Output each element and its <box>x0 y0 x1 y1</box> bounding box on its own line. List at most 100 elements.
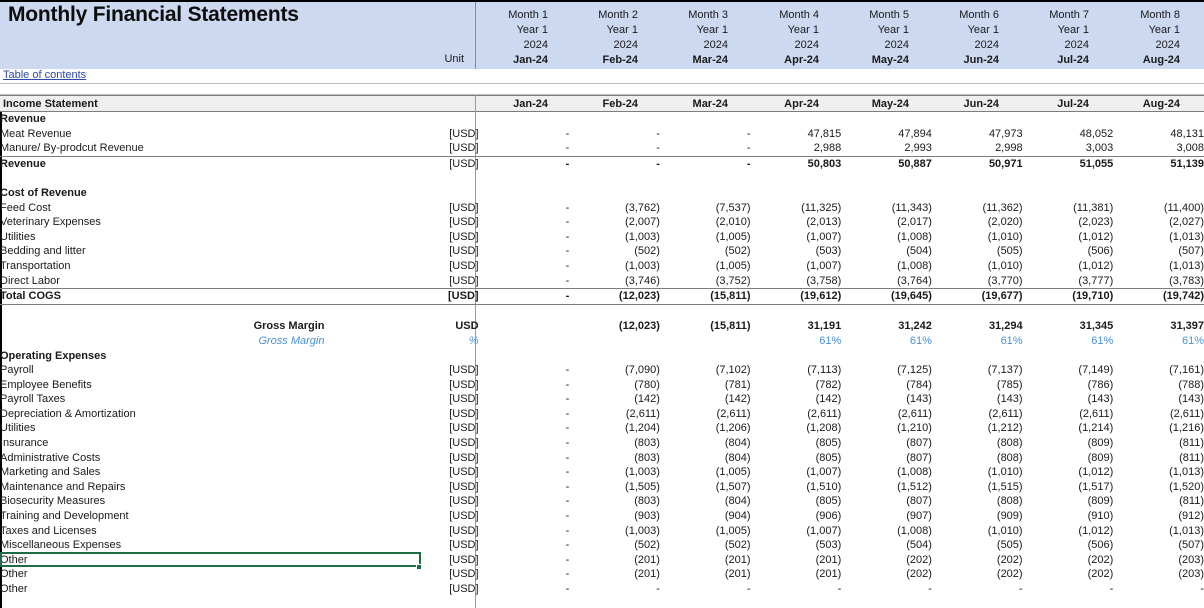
cell-value[interactable]: (2,013) <box>751 215 842 230</box>
cell-value[interactable]: - <box>479 465 570 480</box>
cell-value[interactable]: 31,397 <box>1113 319 1204 334</box>
cell-value[interactable]: (803) <box>569 436 660 451</box>
cell-value[interactable]: (803) <box>569 494 660 509</box>
cell-value[interactable] <box>841 171 932 186</box>
cell-value[interactable]: (1,012) <box>1023 259 1114 274</box>
cell-value[interactable] <box>751 171 842 186</box>
cell-value[interactable]: (1,007) <box>751 230 842 245</box>
table-row[interactable]: Marketing and Sales[USD]-(1,003)(1,005)(… <box>0 465 1204 480</box>
cell-value[interactable]: (143) <box>1023 392 1114 407</box>
cell-value[interactable]: - <box>479 156 570 171</box>
cell-value[interactable]: (3,783) <box>1113 274 1204 289</box>
cell-value[interactable]: (2,611) <box>569 407 660 422</box>
cell-value[interactable]: (909) <box>932 509 1023 524</box>
cell-value[interactable] <box>569 334 660 349</box>
cell-value[interactable]: (1,008) <box>841 230 932 245</box>
cell-value[interactable]: (804) <box>660 436 751 451</box>
cell-value[interactable]: 47,973 <box>932 127 1023 142</box>
cell-value[interactable]: 3,008 <box>1113 141 1204 156</box>
cell-value[interactable]: - <box>932 582 1023 597</box>
cell-value[interactable] <box>841 349 932 364</box>
cell-value[interactable]: (906) <box>751 509 842 524</box>
cell-value[interactable]: (1,010) <box>932 524 1023 539</box>
cell-value[interactable]: (809) <box>1023 451 1114 466</box>
table-row[interactable]: Miscellaneous Expenses[USD]-(502)(502)(5… <box>0 538 1204 553</box>
cell-value[interactable]: (907) <box>841 509 932 524</box>
cell-value[interactable]: - <box>479 201 570 216</box>
cell-value[interactable]: 2,988 <box>751 141 842 156</box>
cell-value[interactable]: - <box>479 567 570 582</box>
cell-value[interactable]: - <box>479 230 570 245</box>
cell-value[interactable] <box>1023 112 1114 127</box>
cell-value[interactable] <box>479 112 570 127</box>
cell-value[interactable]: (808) <box>932 494 1023 509</box>
cell-value[interactable]: (19,612) <box>751 289 842 305</box>
cell-value[interactable]: 61% <box>751 334 842 349</box>
cell-value[interactable]: (2,010) <box>660 215 751 230</box>
cell-value[interactable]: - <box>479 553 570 568</box>
cell-value[interactable]: (12,023) <box>569 289 660 305</box>
cell-value[interactable]: (1,517) <box>1023 480 1114 495</box>
cell-value[interactable]: (910) <box>1023 509 1114 524</box>
cell-value[interactable]: (1,013) <box>1113 524 1204 539</box>
cell-value[interactable] <box>932 171 1023 186</box>
cell-value[interactable]: - <box>569 582 660 597</box>
cell-value[interactable] <box>660 349 751 364</box>
cell-value[interactable]: (1,013) <box>1113 230 1204 245</box>
table-row[interactable]: Meat Revenue[USD]---47,81547,89447,97348… <box>0 127 1204 142</box>
cell-value[interactable]: (2,611) <box>932 407 1023 422</box>
cell-value[interactable]: (808) <box>932 451 1023 466</box>
cell-value[interactable]: - <box>479 274 570 289</box>
cell-value[interactable] <box>569 171 660 186</box>
cell-value[interactable] <box>569 349 660 364</box>
cell-value[interactable]: (7,537) <box>660 201 751 216</box>
cell-value[interactable]: 61% <box>1023 334 1114 349</box>
cell-value[interactable] <box>1023 171 1114 186</box>
cell-value[interactable] <box>479 186 570 201</box>
cell-value[interactable] <box>479 349 570 364</box>
cell-value[interactable]: - <box>660 141 751 156</box>
cell-value[interactable]: - <box>569 127 660 142</box>
cell-value[interactable]: (788) <box>1113 378 1204 393</box>
cell-value[interactable]: (3,764) <box>841 274 932 289</box>
cell-value[interactable]: (202) <box>1023 553 1114 568</box>
cell-value[interactable] <box>751 186 842 201</box>
cell-value[interactable] <box>569 186 660 201</box>
cell-value[interactable]: (3,746) <box>569 274 660 289</box>
cell-value[interactable]: 61% <box>932 334 1023 349</box>
cell-value[interactable]: (1,005) <box>660 259 751 274</box>
cell-value[interactable]: - <box>479 289 570 305</box>
cell-value[interactable]: (506) <box>1023 538 1114 553</box>
cell-value[interactable]: - <box>569 141 660 156</box>
cell-value[interactable]: (912) <box>1113 509 1204 524</box>
cell-value[interactable] <box>841 112 932 127</box>
cell-value[interactable]: (784) <box>841 378 932 393</box>
selection-fill-handle[interactable] <box>416 564 422 570</box>
cell-value[interactable]: - <box>479 407 570 422</box>
cell-value[interactable]: (1,210) <box>841 421 932 436</box>
cell-value[interactable]: 31,191 <box>751 319 842 334</box>
table-row[interactable]: Gross Margin%61%61%61%61%61% <box>0 334 1204 349</box>
table-row[interactable]: Total COGS[USD]-(12,023)(15,811)(19,612)… <box>0 289 1204 305</box>
cell-value[interactable] <box>660 171 751 186</box>
cell-value[interactable]: 47,815 <box>751 127 842 142</box>
cell-value[interactable]: (3,758) <box>751 274 842 289</box>
table-row[interactable]: Taxes and Licenses[USD]-(1,003)(1,005)(1… <box>0 524 1204 539</box>
cell-value[interactable]: (1,214) <box>1023 421 1114 436</box>
cell-value[interactable]: (143) <box>841 392 932 407</box>
table-row[interactable]: Cost of Revenue <box>0 186 1204 201</box>
cell-value[interactable]: (807) <box>841 451 932 466</box>
cell-value[interactable] <box>932 186 1023 201</box>
cell-value[interactable]: (201) <box>751 553 842 568</box>
cell-value[interactable]: (1,010) <box>932 230 1023 245</box>
table-row[interactable]: Manure/ By-prodcut Revenue[USD]---2,9882… <box>0 141 1204 156</box>
cell-value[interactable]: - <box>479 215 570 230</box>
cell-value[interactable]: (201) <box>660 553 751 568</box>
table-row[interactable] <box>0 304 1204 319</box>
table-row[interactable]: Direct Labor[USD]-(3,746)(3,752)(3,758)(… <box>0 274 1204 289</box>
cell-value[interactable]: - <box>479 436 570 451</box>
cell-value[interactable]: (2,007) <box>569 215 660 230</box>
cell-value[interactable]: (781) <box>660 378 751 393</box>
table-row[interactable] <box>0 171 1204 186</box>
cell-value[interactable]: (804) <box>660 451 751 466</box>
